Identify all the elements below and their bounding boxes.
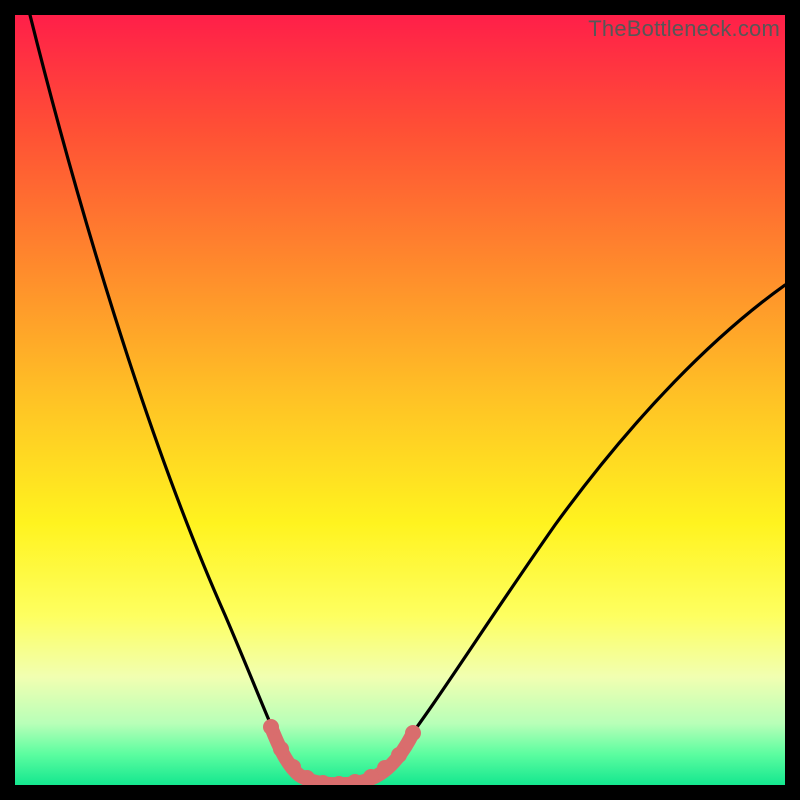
curve-path xyxy=(30,15,785,782)
chart-svg xyxy=(15,15,785,785)
marker-dots xyxy=(263,719,421,785)
chart-frame: TheBottleneck.com xyxy=(0,0,800,800)
chart-plot-area xyxy=(15,15,785,785)
watermark-text: TheBottleneck.com xyxy=(588,16,780,42)
